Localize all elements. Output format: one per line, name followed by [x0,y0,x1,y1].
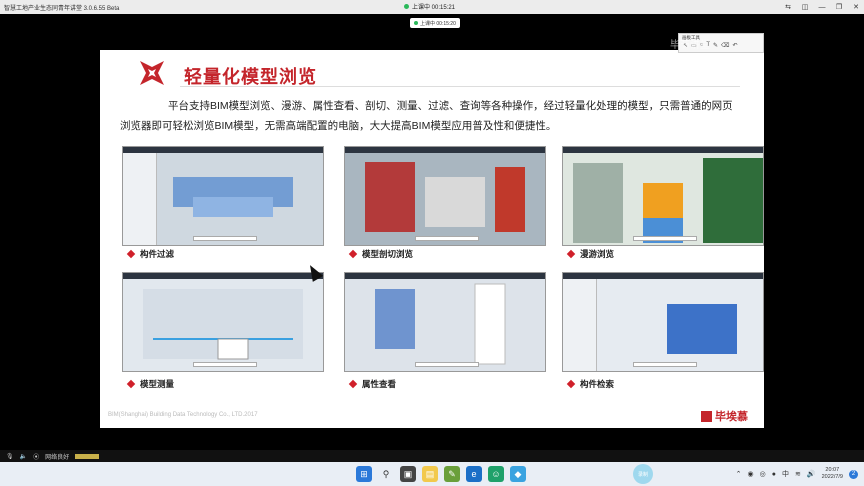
slide-paragraph: 平台支持BIM模型浏览、漫游、属性查看、剖切、测量、过滤、查询等各种操作，经过轻… [120,100,733,132]
class-timer-chip[interactable]: 上课中 00:15:20 [410,18,460,28]
bim-model-image [667,304,737,354]
slide-logo-icon [140,61,164,85]
tray-app-icon[interactable]: ◉ [748,470,754,478]
thumbnail-measure [122,272,324,372]
caption-text: 属性查看 [362,379,397,389]
taskbar-apps: ⊞ ⚲ ▣ ▤ ✎ e ☺ ◆ [356,466,526,482]
speaker-icon[interactable]: 🔈 [20,453,27,460]
caption-text: 模型测量 [140,379,175,389]
bim-model-image [375,283,506,365]
thumbnail-toolstrip [633,236,697,241]
network-strength-bar [75,453,100,459]
volume-icon[interactable]: 🔊 [807,470,816,478]
network-status: 网络良好 [45,454,70,461]
file-explorer-icon[interactable]: ▤ [422,466,438,482]
title-divider [180,86,740,87]
caption-search: 构件检索 [566,378,615,390]
slide: 轻量化模型浏览 平台支持BIM模型浏览、漫游、属性查看、剖切、测量、过滤、查询等… [100,50,764,428]
restore-button[interactable]: ❐ [835,3,843,11]
live-status: 上课中 00:15:21 [404,1,455,12]
mic-icon[interactable]: 🎙 [6,453,14,460]
app-titlebar: 智慧工地产业生态同青年讲堂 3.0.6.55 Beta 上课中 00:15:21… [0,0,864,14]
class-timer-text: 上课中 00:15:20 [420,20,456,27]
brand-logo: 毕埃慕 [701,408,748,424]
thumbnail-toolstrip [415,236,479,241]
system-tray: ⌃ ◉ ◎ ● 中 ≋ 🔊 20:07 2022/7/9 2 [736,465,858,483]
system-clock[interactable]: 20:07 2022/7/9 [822,467,843,481]
wechat-icon[interactable]: ☺ [488,466,504,482]
bullet-diamond-icon [348,379,358,389]
tray-app-icon[interactable]: ● [772,471,776,478]
tray-app-icon[interactable]: ◎ [760,470,766,478]
app-title: 智慧工地产业生态同青年讲堂 3.0.6.55 Beta [4,5,120,12]
thumbnail-sidebar [563,279,597,371]
thumbnail-toolbar [345,147,545,153]
bim-model-image [143,289,303,360]
minimize-button[interactable]: — [818,4,826,11]
live-status-text: 上课中 00:15:21 [412,5,456,11]
bim-model-image [365,162,525,232]
thumbnail-walkthrough [562,146,764,246]
caption-text: 漫游浏览 [580,249,615,259]
window-controls: ⇆ ◫ — ❐ ✕ [784,0,860,14]
watermark: 毕节讲堂 [670,40,710,51]
caption-text: 模型剖切浏览 [362,249,414,259]
caption-walkthrough: 漫游浏览 [566,248,615,260]
brand-name: 毕埃慕 [715,411,748,423]
bullet-diamond-icon [348,249,358,259]
search-icon[interactable]: ⚲ [378,466,394,482]
thumbnail-search [562,272,764,372]
notification-badge[interactable]: 2 [849,469,858,479]
thumbnail-properties [344,272,546,372]
bullet-diamond-icon [566,379,576,389]
chevron-up-icon[interactable]: ⌃ [736,470,742,478]
caption-text: 构件检索 [580,379,615,389]
pen-icon[interactable]: ✎ [713,42,718,49]
clock-date: 2022/7/9 [821,474,843,480]
thumbnail-toolstrip [633,362,697,367]
bim-model-image [573,158,763,243]
recording-button[interactable]: 录制 [633,464,653,484]
wifi-icon[interactable]: ≋ [795,470,801,478]
undo-icon[interactable]: ↶ [733,42,738,49]
live-dot-icon [404,4,409,9]
bullet-diamond-icon [126,379,136,389]
status-bar: 🎙 🔈 ⦿ 网络良好 [0,450,864,462]
switch-view-button[interactable]: ⇆ [784,3,792,11]
caption-measure: 模型测量 [126,378,175,390]
brand-mark-icon [701,410,712,422]
start-menu-icon[interactable]: ⊞ [356,466,372,482]
caption-text: 构件过滤 [140,249,175,259]
os-taskbar: ⊞ ⚲ ▣ ▤ ✎ e ☺ ◆ 录制 ⌃ ◉ ◎ ● 中 ≋ 🔊 20:07 2… [0,462,864,486]
caption-properties: 属性查看 [348,378,397,390]
clock-time: 20:07 [825,467,840,473]
timer-dot-icon [414,21,418,25]
edge-browser-icon[interactable]: e [466,466,482,482]
notepad-icon[interactable]: ✎ [444,466,460,482]
caption-component-filter: 构件过滤 [126,248,175,260]
close-button[interactable]: ✕ [852,3,860,11]
thumbnail-toolstrip [193,362,257,367]
thumbnail-sidebar [123,153,157,245]
task-view-icon[interactable]: ▣ [400,466,416,482]
bim-model-image [173,177,293,217]
caption-section-view: 模型剖切浏览 [348,248,414,260]
slide-footer: BIM(Shanghai) Building Data Technology C… [108,412,258,418]
bullet-diamond-icon [126,249,136,259]
keyboard-layout-icon[interactable]: 中 [782,469,789,479]
bullet-diamond-icon [566,249,576,259]
eraser-icon[interactable]: ⌫ [721,42,729,49]
thumbnail-toolstrip [193,236,257,241]
network-icon: ⦿ [33,454,40,461]
classroom-app-icon[interactable]: ◆ [510,466,526,482]
thumbnail-toolstrip [415,362,479,367]
thumbnail-section-view [344,146,546,246]
layout-button[interactable]: ◫ [801,3,809,11]
thumbnail-component-filter [122,146,324,246]
